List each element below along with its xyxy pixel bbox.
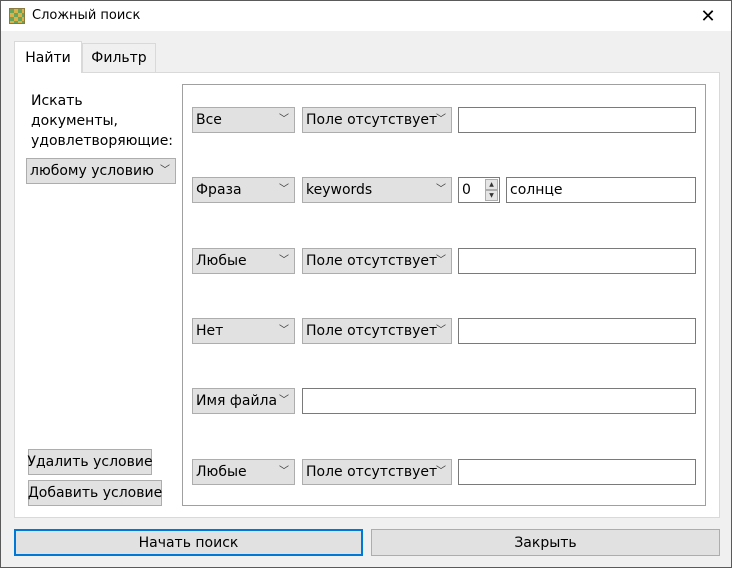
add-condition-label: Добавить условие — [27, 485, 163, 501]
condition-type-value: Любые — [196, 253, 247, 269]
start-search-label: Начать поиск — [138, 534, 239, 551]
match-prompt-label: Искать документы, удовлетворяющие: — [31, 91, 173, 151]
chevron-down-icon: ﹀ — [279, 184, 289, 195]
chevron-down-icon: ﹀ — [436, 114, 446, 125]
condition-type-value: Имя файла — [196, 393, 278, 409]
tab-find[interactable]: Найти — [14, 41, 82, 73]
condition-field-value: Поле отсутствует — [306, 323, 438, 339]
condition-value-input[interactable] — [458, 248, 696, 274]
filename-value-input[interactable] — [302, 388, 696, 414]
condition-field-select[interactable]: keywords ﹀ — [302, 177, 452, 203]
condition-field-select[interactable]: Поле отсутствует ﹀ — [302, 318, 452, 344]
condition-value-input[interactable] — [458, 318, 696, 344]
chevron-down-icon: ﹀ — [436, 466, 446, 477]
find-tab-panel: Искать документы, удовлетворяющие: любом… — [14, 72, 720, 518]
condition-type-select[interactable]: Нет ﹀ — [192, 318, 295, 344]
chevron-down-icon: ﹀ — [279, 395, 289, 406]
spin-up-icon[interactable]: ▲ — [485, 179, 498, 190]
condition-type-select[interactable]: Любые ﹀ — [192, 459, 295, 485]
condition-value-input[interactable]: солнце — [506, 177, 696, 203]
condition-field-value: Поле отсутствует — [306, 464, 438, 480]
app-icon — [9, 8, 25, 24]
condition-field-value: keywords — [306, 182, 373, 198]
delete-condition-label: Удалить условие — [27, 454, 153, 470]
advanced-search-window: Сложный поиск ✕ Найти Фильтр Искать доку… — [0, 0, 732, 568]
condition-value-input[interactable] — [458, 459, 696, 485]
chevron-down-icon: ﹀ — [279, 466, 289, 477]
chevron-down-icon: ﹀ — [279, 255, 289, 266]
tab-filter[interactable]: Фильтр — [82, 43, 156, 72]
condition-type-select[interactable]: Имя файла ﹀ — [192, 388, 295, 414]
title-bar[interactable]: Сложный поиск ✕ — [1, 1, 731, 31]
spin-buttons: ▲ ▼ — [485, 179, 498, 201]
proximity-value: 0 — [462, 182, 471, 198]
condition-value-input[interactable] — [458, 107, 696, 133]
condition-field-select[interactable]: Поле отсутствует ﹀ — [302, 248, 452, 274]
chevron-down-icon: ﹀ — [436, 325, 446, 336]
condition-type-value: Любые — [196, 464, 247, 480]
window-title: Сложный поиск — [32, 8, 141, 23]
proximity-spinbox[interactable]: 0 ▲ ▼ — [458, 177, 500, 203]
close-icon: ✕ — [700, 5, 716, 27]
condition-type-value: Фраза — [196, 182, 242, 198]
chevron-down-icon: ﹀ — [436, 255, 446, 266]
match-mode-value: любому условию — [30, 163, 154, 179]
add-condition-button[interactable]: Добавить условие — [28, 480, 162, 506]
chevron-down-icon: ﹀ — [160, 165, 170, 176]
condition-type-value: Нет — [196, 323, 224, 339]
delete-condition-button[interactable]: Удалить условие — [27, 449, 153, 475]
chevron-down-icon: ﹀ — [279, 114, 289, 125]
close-window-button[interactable]: ✕ — [685, 1, 731, 31]
condition-type-value: Все — [196, 112, 222, 128]
condition-type-select[interactable]: Фраза ﹀ — [192, 177, 295, 203]
condition-field-select[interactable]: Поле отсутствует ﹀ — [302, 107, 452, 133]
chevron-down-icon: ﹀ — [279, 325, 289, 336]
prompt-line-1: Искать — [31, 93, 83, 109]
chevron-down-icon: ﹀ — [436, 184, 446, 195]
prompt-line-3: удовлетворяющие: — [31, 133, 174, 149]
condition-field-select[interactable]: Поле отсутствует ﹀ — [302, 459, 452, 485]
start-search-button[interactable]: Начать поиск — [14, 529, 363, 556]
tab-filter-label: Фильтр — [91, 50, 147, 66]
match-mode-select[interactable]: любому условию ﹀ — [26, 158, 176, 184]
condition-field-value: Поле отсутствует — [306, 112, 438, 128]
conditions-area: Все ﹀ Поле отсутствует ﹀ Фраза ﹀ keyword… — [182, 84, 706, 506]
close-button[interactable]: Закрыть — [371, 529, 720, 556]
close-label: Закрыть — [514, 534, 577, 551]
tab-find-label: Найти — [25, 49, 71, 66]
prompt-line-2: документы, — [31, 113, 118, 129]
spin-down-icon[interactable]: ▼ — [485, 190, 498, 201]
condition-type-select[interactable]: Любые ﹀ — [192, 248, 295, 274]
condition-type-select[interactable]: Все ﹀ — [192, 107, 295, 133]
condition-field-value: Поле отсутствует — [306, 253, 438, 269]
